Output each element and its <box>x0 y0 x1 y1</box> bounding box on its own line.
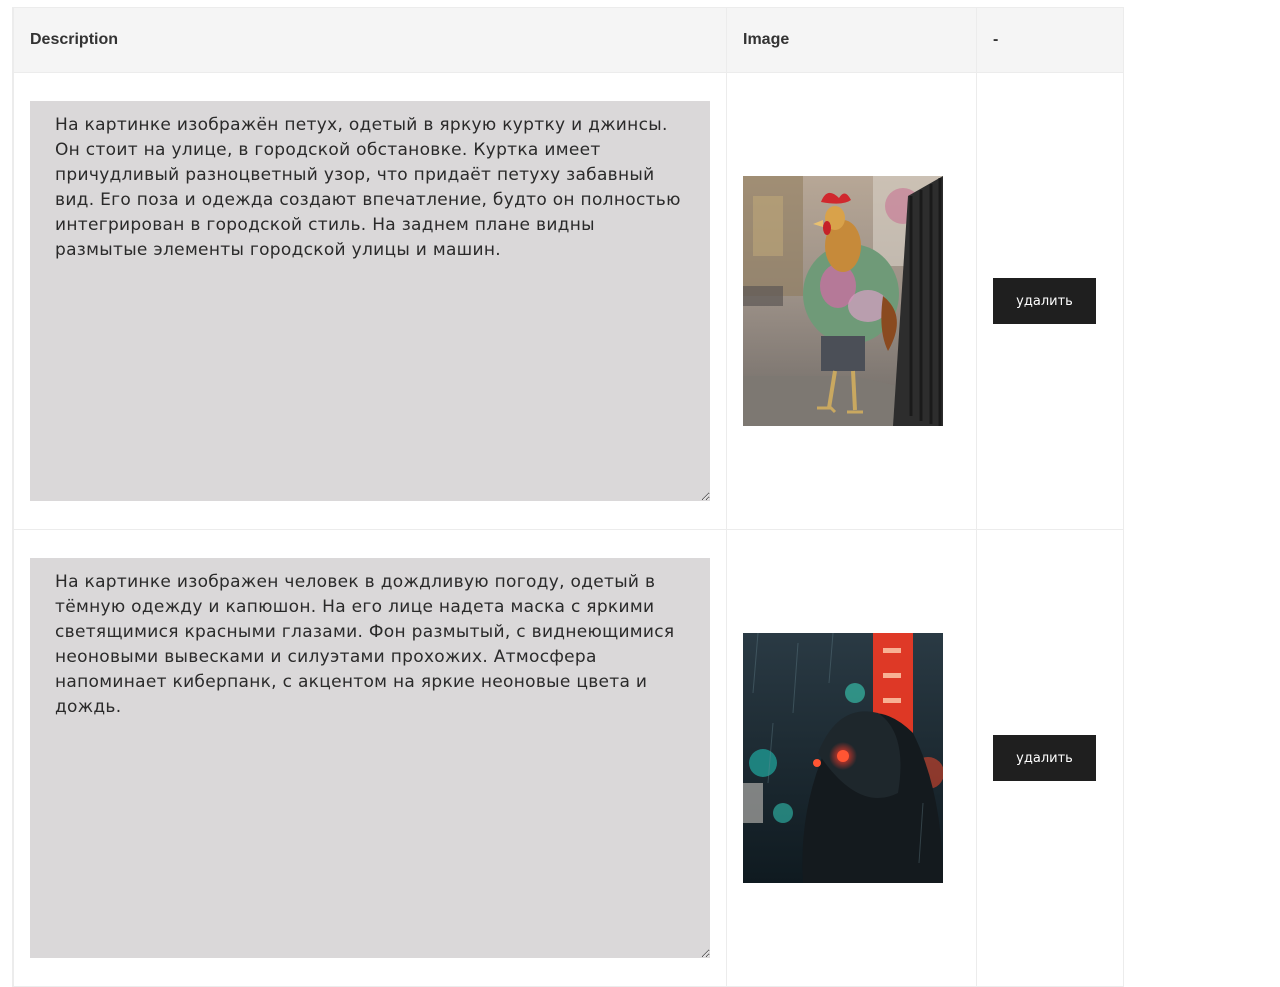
header-image: Image <box>726 7 977 73</box>
image-cell <box>726 72 977 530</box>
header-description: Description <box>13 7 727 73</box>
header-actions: - <box>976 7 1124 73</box>
description-cell: На картинке изображен человек в дождливу… <box>13 529 727 987</box>
delete-button[interactable]: удалить <box>993 278 1096 324</box>
rooster-image <box>743 176 943 426</box>
records-table-container: Description Image - На картинке изображё… <box>12 7 1124 987</box>
description-textarea[interactable]: На картинке изображен человек в дождливу… <box>30 558 710 958</box>
table-row: На картинке изображен человек в дождливу… <box>13 529 1124 987</box>
records-table: Description Image - На картинке изображё… <box>13 7 1124 987</box>
description-cell: На картинке изображён петух, одетый в яр… <box>13 72 727 530</box>
cyberpunk-image <box>743 633 943 883</box>
actions-cell: удалить <box>976 529 1124 987</box>
table-header-row: Description Image - <box>13 7 1124 73</box>
delete-button[interactable]: удалить <box>993 735 1096 781</box>
actions-cell: удалить <box>976 72 1124 530</box>
description-textarea[interactable]: На картинке изображён петух, одетый в яр… <box>30 101 710 501</box>
image-cell <box>726 529 977 987</box>
table-row: На картинке изображён петух, одетый в яр… <box>13 72 1124 530</box>
